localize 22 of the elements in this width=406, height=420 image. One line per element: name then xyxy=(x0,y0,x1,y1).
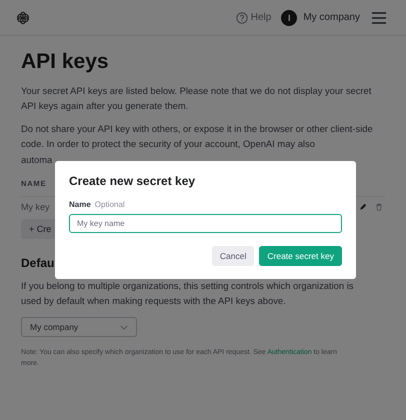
flower-icon[interactable] xyxy=(16,10,30,24)
help-icon[interactable] xyxy=(236,12,248,24)
page-title: API keys xyxy=(21,50,110,74)
warning-text-fragment: automa xyxy=(21,154,52,165)
help-link[interactable]: Help xyxy=(250,12,272,23)
menu-icon[interactable] xyxy=(372,12,386,24)
dialog-title: Create new secret key xyxy=(69,174,196,188)
field-hint: Optional xyxy=(94,200,125,209)
avatar[interactable]: I xyxy=(281,10,298,26)
intro-text: Your secret API keys are listed below. Please note that we do not display your secret API keys again after you generate them. xyxy=(21,84,372,113)
organization-select[interactable]: My company xyxy=(21,317,137,337)
trash-icon[interactable] xyxy=(375,203,383,211)
section-heading: Defau xyxy=(21,256,54,270)
field-label: Name xyxy=(69,200,91,209)
create-button[interactable]: Create secret key xyxy=(259,246,342,266)
organization-description: If you belong to multiple organizations, this setting controls which organization is used by default when making requests with the API keys above. xyxy=(21,279,354,308)
organization-name[interactable]: My company xyxy=(303,12,360,23)
key-name-field[interactable]: My key name xyxy=(69,214,342,233)
chevron-down-icon xyxy=(120,324,128,330)
pencil-icon[interactable] xyxy=(359,203,367,211)
table-cell: My key xyxy=(21,202,50,212)
cancel-button[interactable]: Cancel xyxy=(212,246,254,266)
